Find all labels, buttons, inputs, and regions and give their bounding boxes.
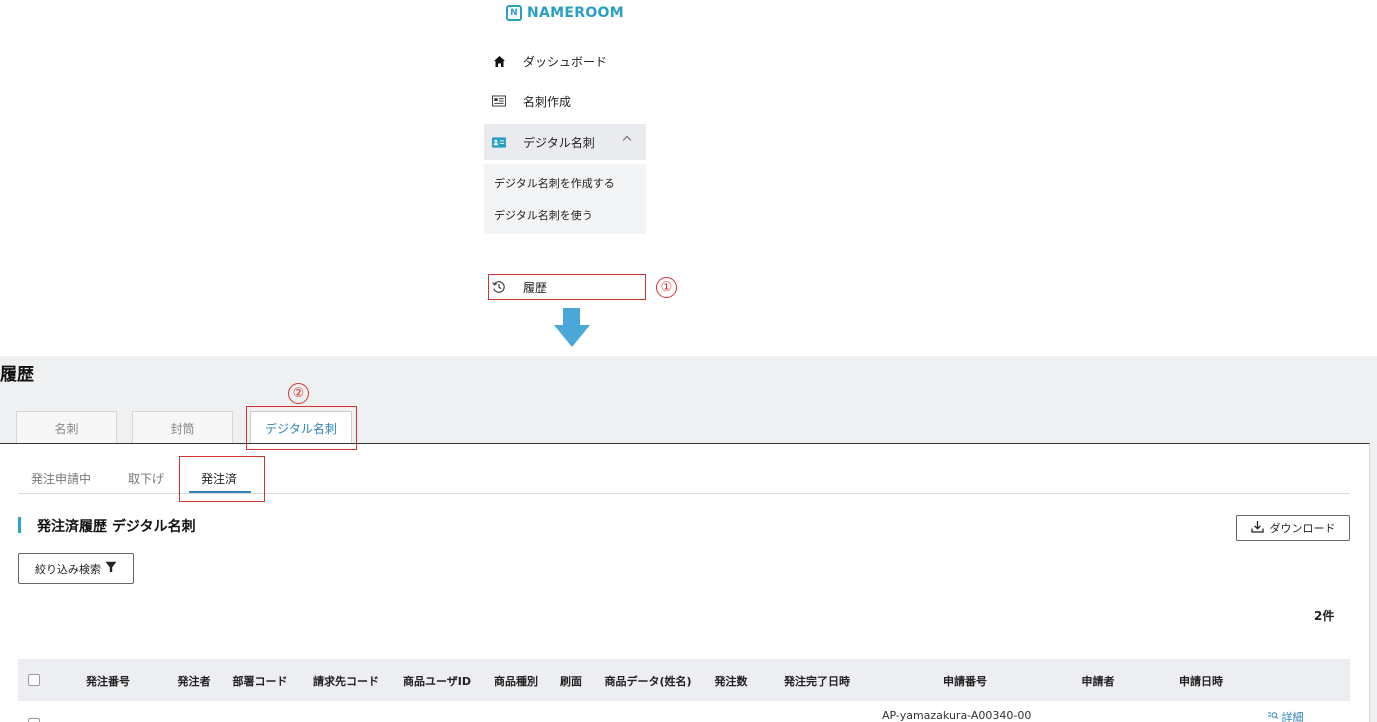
row-detail-link[interactable]: 詳細 [1268,709,1304,722]
page-title: 履歴 [0,365,34,385]
nav-label-card-create: 名刺作成 [523,94,572,109]
app-logo[interactable]: N NAMEROOM [506,3,624,23]
row-application-number: AP-yamazakura-A00340-00 [882,709,1032,722]
column-application-number[interactable]: 申請番号 [943,673,987,689]
annotation-number-1: ① [656,277,677,298]
download-button[interactable]: ダウンロード [1236,515,1350,541]
highlight-box-digital-card-tab [246,406,357,450]
screenshot-stage: N NAMEROOM ダッシュボード 名刺作成 デジタル名刺 デジタル名刺を作成… [0,0,1377,722]
tab-business-card[interactable]: 名刺 [16,411,117,444]
subtab-withdrawn[interactable]: 取下げ [128,470,164,487]
logo-text: NAMEROOM [527,5,624,21]
download-icon [1250,520,1264,536]
filter-icon [105,561,117,576]
column-applied-at[interactable]: 申請日時 [1179,673,1223,689]
section-accent-bar [18,517,21,533]
column-order-quantity[interactable]: 発注数 [715,673,748,689]
column-order-number[interactable]: 発注番号 [86,673,130,689]
nav-label-dashboard: ダッシュボード [523,54,608,69]
home-icon [492,54,506,68]
column-product-data-name[interactable]: 商品データ(姓名) [604,673,691,689]
highlight-box-history [488,274,646,300]
down-arrow-shaft [563,308,580,326]
card-icon [492,94,506,108]
filter-search-button[interactable]: 絞り込み検索 [18,553,134,584]
digital-card-submenu: デジタル名刺を作成する デジタル名刺を使う [484,164,646,234]
logo-mark-icon: N [506,5,522,21]
row-checkbox[interactable] [28,718,40,722]
nav-item-card-create[interactable]: 名刺作成 [484,83,646,119]
select-all-checkbox[interactable] [28,674,40,686]
tab-envelope[interactable]: 封筒 [132,411,233,444]
submenu-create-digital-card[interactable]: デジタル名刺を作成する [494,175,615,191]
row-detail-label: 詳細 [1281,711,1304,722]
annotation-number-2: ② [288,383,309,404]
column-department-code[interactable]: 部署コード [233,673,288,689]
result-count: 2件 [1314,609,1335,623]
column-product-user-id[interactable]: 商品ユーザID [403,673,471,689]
detail-search-icon [1268,711,1282,722]
id-card-icon [492,135,506,149]
submenu-use-digital-card[interactable]: デジタル名刺を使う [494,207,593,223]
download-label: ダウンロード [1269,522,1336,535]
column-orderer[interactable]: 発注者 [178,673,211,689]
highlight-box-ordered-subtab [179,456,265,502]
nav-label-digital-card: デジタル名刺 [523,135,595,150]
nav-item-digital-card[interactable]: デジタル名刺 [484,124,646,160]
table-header: 発注番号 発注者 部署コード 請求先コード 商品ユーザID 商品種別 刷面 商品… [18,659,1350,701]
column-billing-code[interactable]: 請求先コード [313,673,379,689]
subtab-pending[interactable]: 発注申請中 [31,470,91,487]
column-order-completed-at[interactable]: 発注完了日時 [784,673,850,689]
filter-label: 絞り込み検索 [35,562,101,576]
column-applicant[interactable]: 申請者 [1082,673,1115,689]
column-print-side[interactable]: 刷面 [560,673,582,689]
column-product-type[interactable]: 商品種別 [494,673,538,689]
nav-item-dashboard[interactable]: ダッシュボード [484,43,646,79]
chevron-up-icon [622,135,632,145]
down-arrow-icon [554,325,590,347]
section-title: 発注済履歴 デジタル名刺 [37,519,196,535]
